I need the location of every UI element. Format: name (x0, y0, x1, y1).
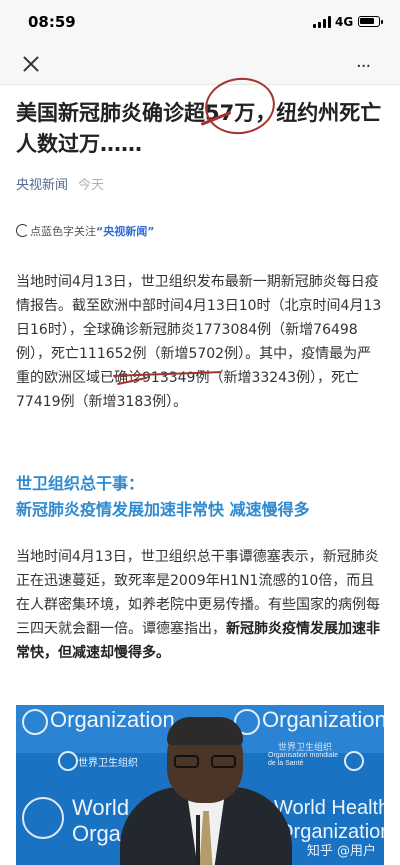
backdrop-text: 世界卫生组织 (78, 758, 138, 769)
paragraph-director-general: 当地时间4月13日，世卫组织总干事谭德塞表示，新冠肺炎正在迅速蔓延，致死率是20… (16, 545, 384, 665)
backdrop-text: Organisation mondiale de la Santé (268, 752, 339, 767)
microphone-icon (196, 815, 200, 865)
more-icon[interactable]: ··· (356, 56, 371, 77)
status-time: 08:59 (28, 13, 76, 31)
watermark: 知乎 @用户 (306, 844, 376, 859)
who-emblem-icon (344, 751, 364, 771)
who-emblem-icon (58, 751, 78, 771)
battery-icon (358, 16, 383, 27)
backdrop-text: Orga (72, 821, 121, 846)
follow-prefix: 点蓝色字关注 (30, 225, 96, 238)
backdrop-text: 世界卫生组织 (278, 742, 333, 752)
network-label: 4G (335, 15, 354, 29)
follow-account-link[interactable]: “央视新闻” (96, 225, 154, 238)
section-heading-line1: 世卫组织总干事： (16, 474, 145, 493)
backdrop-text: World Health (274, 797, 384, 819)
speaker-glasses (174, 755, 236, 769)
source-link[interactable]: 央视新闻 (16, 178, 68, 193)
status-bar: 08:59 4G (0, 0, 400, 44)
loading-ring-icon (16, 224, 29, 237)
close-icon[interactable] (20, 53, 42, 75)
backdrop-text: Organization (50, 707, 175, 732)
nav-bar: ··· (0, 44, 400, 85)
backdrop-text: Organization (262, 707, 384, 732)
who-emblem-icon (22, 797, 64, 839)
speaker-hair (167, 717, 243, 745)
press-photo: Organization Organization 世界卫生组织 Organis… (16, 705, 384, 865)
who-emblem-icon (22, 709, 48, 735)
backdrop-text: World (72, 795, 130, 820)
follow-prompt: 点蓝色字关注“央视新闻” (16, 223, 154, 239)
article-title: 美国新冠肺炎确诊超57万，纽约州死亡人数过万…… (16, 101, 382, 156)
battery-level (360, 18, 374, 24)
paragraph-report: 当地时间4月13日，世卫组织发布最新一期新冠肺炎每日疫情报告。截至欧洲中部时间4… (16, 274, 382, 410)
section-heading-line2: 新冠肺炎疫情发展加速非常快 减速慢得多 (16, 500, 310, 519)
publish-date: 今天 (78, 178, 105, 193)
article-meta: 央视新闻 今天 (16, 174, 104, 193)
section-heading: 世卫组织总干事： 新冠肺炎疫情发展加速非常快 减速慢得多 (16, 471, 384, 523)
signal-icon (313, 16, 331, 28)
